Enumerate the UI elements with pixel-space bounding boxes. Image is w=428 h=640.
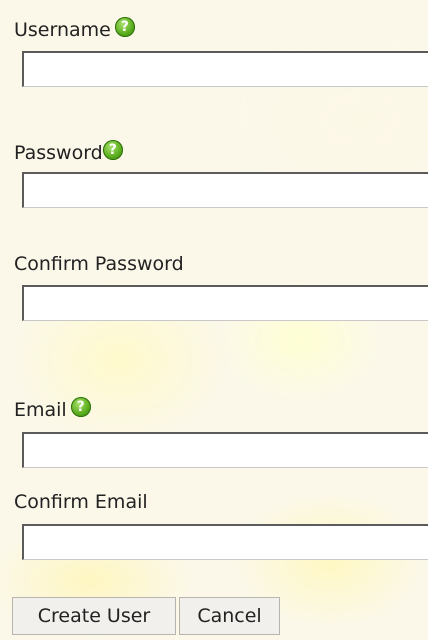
username-input[interactable] <box>22 51 428 87</box>
confirm-email-label: Confirm Email <box>14 490 148 514</box>
email-label: Email ? <box>14 397 91 422</box>
email-input[interactable] <box>22 432 428 468</box>
email-label-text: Email <box>14 399 67 421</box>
confirm-email-input[interactable] <box>22 524 428 560</box>
cancel-button[interactable]: Cancel <box>179 597 280 635</box>
username-label: Username ? <box>14 17 135 42</box>
username-help-icon[interactable]: ? <box>114 17 135 37</box>
confirm-password-input[interactable] <box>22 285 428 321</box>
password-help-icon[interactable]: ? <box>102 140 123 160</box>
password-label: Password ? <box>14 140 123 165</box>
confirm-password-label-text: Confirm Password <box>14 253 184 275</box>
username-label-text: Username <box>14 19 111 41</box>
confirm-password-label: Confirm Password <box>14 252 184 276</box>
confirm-email-label-text: Confirm Email <box>14 491 148 513</box>
email-help-icon[interactable]: ? <box>70 397 91 417</box>
create-user-button[interactable]: Create User <box>12 597 176 635</box>
password-label-text: Password <box>14 142 103 164</box>
password-input[interactable] <box>22 172 428 208</box>
